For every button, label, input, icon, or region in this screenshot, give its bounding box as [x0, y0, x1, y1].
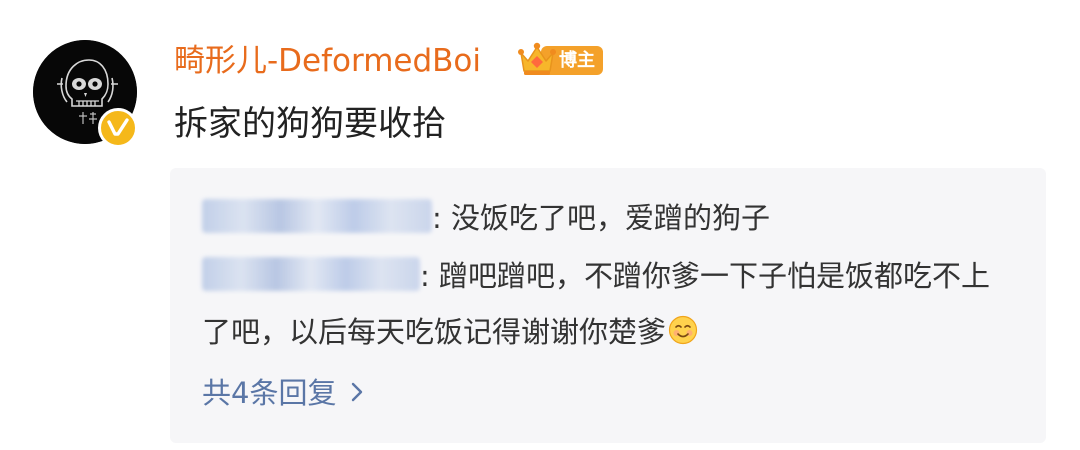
replies-panel: : 没饭吃了吧，爱蹭的狗子 : 蹭吧蹭吧，不蹭你爹一下子怕是饭都吃不上了吧，以后… [170, 168, 1046, 443]
more-replies-label: 共4条回复 [202, 376, 337, 410]
post-text: 拆家的狗狗要收拾 [174, 104, 446, 144]
blurred-username[interactable] [202, 257, 420, 291]
view-more-replies-link[interactable]: 共4条回复 [202, 368, 364, 418]
crown-icon [518, 42, 556, 75]
chevron-right-icon [352, 382, 363, 402]
reply-item[interactable]: : 没饭吃了吧，爱蹭的狗子 [202, 190, 1002, 246]
reply-item[interactable]: : 蹭吧蹭吧，不蹭你爹一下子怕是饭都吃不上了吧，以后每天吃饭记得谢谢你楚爹 [202, 248, 1002, 360]
verified-badge-icon [98, 108, 138, 148]
blogger-badge[interactable]: 博主 [517, 41, 605, 79]
reply-separator: : [432, 201, 442, 235]
reply-separator: : [420, 259, 430, 293]
post-username[interactable]: 畸形儿-DeformedBoi [174, 38, 481, 84]
smile-emoji-icon [668, 315, 698, 345]
blurred-username[interactable] [202, 199, 432, 233]
reply-text: 没饭吃了吧，爱蹭的狗子 [441, 201, 770, 235]
